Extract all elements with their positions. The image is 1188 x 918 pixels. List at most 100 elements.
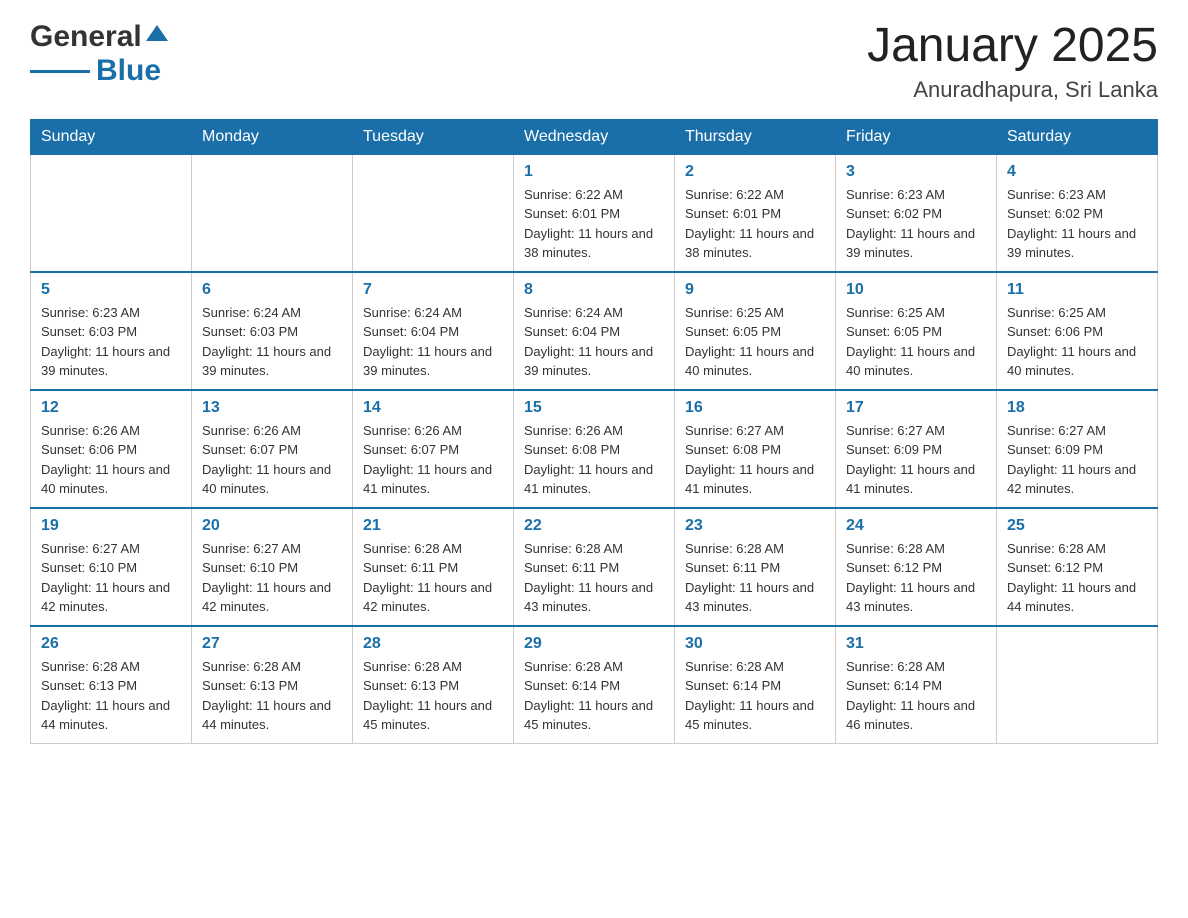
day-info: Sunrise: 6:28 AM Sunset: 6:13 PM Dayligh… bbox=[41, 657, 181, 735]
column-header-sunday: Sunday bbox=[31, 119, 192, 154]
calendar-header-row: SundayMondayTuesdayWednesdayThursdayFrid… bbox=[31, 119, 1158, 154]
calendar-week-row: 5 Sunrise: 6:23 AM Sunset: 6:03 PM Daylig… bbox=[31, 272, 1158, 390]
calendar-cell: 24 Sunrise: 6:28 AM Sunset: 6:12 PM Dayli… bbox=[836, 508, 997, 626]
day-info: Sunrise: 6:25 AM Sunset: 6:05 PM Dayligh… bbox=[685, 303, 825, 381]
calendar-cell: 12 Sunrise: 6:26 AM Sunset: 6:06 PM Dayli… bbox=[31, 390, 192, 508]
column-header-monday: Monday bbox=[192, 119, 353, 154]
calendar-cell: 29 Sunrise: 6:28 AM Sunset: 6:14 PM Dayli… bbox=[514, 626, 675, 744]
day-number: 29 bbox=[524, 635, 664, 653]
day-info: Sunrise: 6:27 AM Sunset: 6:08 PM Dayligh… bbox=[685, 421, 825, 499]
day-info: Sunrise: 6:27 AM Sunset: 6:09 PM Dayligh… bbox=[846, 421, 986, 499]
calendar-cell: 3Sunrise: 6:23 AM Sunset: 6:02 PM Daylig… bbox=[836, 154, 997, 272]
calendar-cell: 11 Sunrise: 6:25 AM Sunset: 6:06 PM Dayli… bbox=[997, 272, 1158, 390]
day-info: Sunrise: 6:23 AM Sunset: 6:02 PM Dayligh… bbox=[846, 185, 986, 263]
day-info: Sunrise: 6:23 AM Sunset: 6:02 PM Dayligh… bbox=[1007, 185, 1147, 263]
day-info: Sunrise: 6:26 AM Sunset: 6:08 PM Dayligh… bbox=[524, 421, 664, 499]
day-number: 6 bbox=[202, 281, 342, 299]
day-info: Sunrise: 6:24 AM Sunset: 6:04 PM Dayligh… bbox=[363, 303, 503, 381]
calendar-cell: 21 Sunrise: 6:28 AM Sunset: 6:11 PM Dayli… bbox=[353, 508, 514, 626]
day-info: Sunrise: 6:26 AM Sunset: 6:07 PM Dayligh… bbox=[202, 421, 342, 499]
day-number: 17 bbox=[846, 399, 986, 417]
calendar-cell: 25 Sunrise: 6:28 AM Sunset: 6:12 PM Dayli… bbox=[997, 508, 1158, 626]
title-area: January 2025 Anuradhapura, Sri Lanka bbox=[867, 20, 1158, 103]
calendar-cell: 28 Sunrise: 6:28 AM Sunset: 6:13 PM Dayli… bbox=[353, 626, 514, 744]
calendar-cell: 5 Sunrise: 6:23 AM Sunset: 6:03 PM Daylig… bbox=[31, 272, 192, 390]
calendar-cell: 1 Sunrise: 6:22 AM Sunset: 6:01 PM Daylig… bbox=[514, 154, 675, 272]
day-number: 20 bbox=[202, 517, 342, 535]
calendar-cell: 30 Sunrise: 6:28 AM Sunset: 6:14 PM Dayli… bbox=[675, 626, 836, 744]
page-subtitle: Anuradhapura, Sri Lanka bbox=[867, 77, 1158, 103]
calendar-cell: 7 Sunrise: 6:24 AM Sunset: 6:04 PM Daylig… bbox=[353, 272, 514, 390]
day-number: 31 bbox=[846, 635, 986, 653]
day-info: Sunrise: 6:28 AM Sunset: 6:14 PM Dayligh… bbox=[846, 657, 986, 735]
day-number: 16 bbox=[685, 399, 825, 417]
day-number: 7 bbox=[363, 281, 503, 299]
day-number: 9 bbox=[685, 281, 825, 299]
day-number: 19 bbox=[41, 517, 181, 535]
day-info: Sunrise: 6:28 AM Sunset: 6:13 PM Dayligh… bbox=[363, 657, 503, 735]
day-number: 25 bbox=[1007, 517, 1147, 535]
day-number: 23 bbox=[685, 517, 825, 535]
day-number: 18 bbox=[1007, 399, 1147, 417]
day-number: 12 bbox=[41, 399, 181, 417]
day-info: Sunrise: 6:28 AM Sunset: 6:14 PM Dayligh… bbox=[685, 657, 825, 735]
calendar-week-row: 1 Sunrise: 6:22 AM Sunset: 6:01 PM Daylig… bbox=[31, 154, 1158, 272]
calendar-cell: 2Sunrise: 6:22 AM Sunset: 6:01 PM Daylig… bbox=[675, 154, 836, 272]
calendar-cell bbox=[353, 154, 514, 272]
calendar-cell: 19Sunrise: 6:27 AM Sunset: 6:10 PM Dayli… bbox=[31, 508, 192, 626]
day-number: 5 bbox=[41, 281, 181, 299]
day-info: Sunrise: 6:28 AM Sunset: 6:14 PM Dayligh… bbox=[524, 657, 664, 735]
calendar-cell: 18 Sunrise: 6:27 AM Sunset: 6:09 PM Dayli… bbox=[997, 390, 1158, 508]
day-info: Sunrise: 6:22 AM Sunset: 6:01 PM Dayligh… bbox=[524, 185, 664, 263]
day-info: Sunrise: 6:28 AM Sunset: 6:12 PM Dayligh… bbox=[846, 539, 986, 617]
column-header-saturday: Saturday bbox=[997, 119, 1158, 154]
day-number: 22 bbox=[524, 517, 664, 535]
calendar-cell: 26 Sunrise: 6:28 AM Sunset: 6:13 PM Dayli… bbox=[31, 626, 192, 744]
calendar-cell: 20 Sunrise: 6:27 AM Sunset: 6:10 PM Dayli… bbox=[192, 508, 353, 626]
calendar-cell: 16 Sunrise: 6:27 AM Sunset: 6:08 PM Dayli… bbox=[675, 390, 836, 508]
day-number: 11 bbox=[1007, 281, 1147, 299]
column-header-thursday: Thursday bbox=[675, 119, 836, 154]
calendar-cell: 8 Sunrise: 6:24 AM Sunset: 6:04 PM Daylig… bbox=[514, 272, 675, 390]
day-info: Sunrise: 6:27 AM Sunset: 6:10 PM Dayligh… bbox=[202, 539, 342, 617]
calendar-cell: 10Sunrise: 6:25 AM Sunset: 6:05 PM Dayli… bbox=[836, 272, 997, 390]
day-number: 26 bbox=[41, 635, 181, 653]
day-info: Sunrise: 6:22 AM Sunset: 6:01 PM Dayligh… bbox=[685, 185, 825, 263]
day-info: Sunrise: 6:28 AM Sunset: 6:12 PM Dayligh… bbox=[1007, 539, 1147, 617]
calendar-cell: 27Sunrise: 6:28 AM Sunset: 6:13 PM Dayli… bbox=[192, 626, 353, 744]
page-header: General Blue January 2025 Anuradhapura, … bbox=[30, 20, 1158, 103]
day-info: Sunrise: 6:24 AM Sunset: 6:04 PM Dayligh… bbox=[524, 303, 664, 381]
day-info: Sunrise: 6:26 AM Sunset: 6:06 PM Dayligh… bbox=[41, 421, 181, 499]
calendar-cell: 23 Sunrise: 6:28 AM Sunset: 6:11 PM Dayli… bbox=[675, 508, 836, 626]
day-number: 30 bbox=[685, 635, 825, 653]
calendar-cell: 17 Sunrise: 6:27 AM Sunset: 6:09 PM Dayli… bbox=[836, 390, 997, 508]
calendar-cell: 9 Sunrise: 6:25 AM Sunset: 6:05 PM Daylig… bbox=[675, 272, 836, 390]
day-info: Sunrise: 6:26 AM Sunset: 6:07 PM Dayligh… bbox=[363, 421, 503, 499]
logo: General Blue bbox=[30, 20, 168, 88]
day-number: 14 bbox=[363, 399, 503, 417]
day-number: 4 bbox=[1007, 163, 1147, 181]
day-number: 15 bbox=[524, 399, 664, 417]
calendar-cell bbox=[997, 626, 1158, 744]
day-info: Sunrise: 6:28 AM Sunset: 6:13 PM Dayligh… bbox=[202, 657, 342, 735]
calendar-cell: 4 Sunrise: 6:23 AM Sunset: 6:02 PM Daylig… bbox=[997, 154, 1158, 272]
day-info: Sunrise: 6:28 AM Sunset: 6:11 PM Dayligh… bbox=[685, 539, 825, 617]
day-info: Sunrise: 6:25 AM Sunset: 6:06 PM Dayligh… bbox=[1007, 303, 1147, 381]
day-number: 8 bbox=[524, 281, 664, 299]
column-header-tuesday: Tuesday bbox=[353, 119, 514, 154]
day-number: 21 bbox=[363, 517, 503, 535]
logo-triangle-icon bbox=[146, 23, 168, 43]
day-info: Sunrise: 6:27 AM Sunset: 6:09 PM Dayligh… bbox=[1007, 421, 1147, 499]
day-info: Sunrise: 6:28 AM Sunset: 6:11 PM Dayligh… bbox=[363, 539, 503, 617]
calendar-cell: 13Sunrise: 6:26 AM Sunset: 6:07 PM Dayli… bbox=[192, 390, 353, 508]
calendar-week-row: 26 Sunrise: 6:28 AM Sunset: 6:13 PM Dayli… bbox=[31, 626, 1158, 744]
column-header-friday: Friday bbox=[836, 119, 997, 154]
day-number: 1 bbox=[524, 163, 664, 181]
calendar-cell: 31 Sunrise: 6:28 AM Sunset: 6:14 PM Dayli… bbox=[836, 626, 997, 744]
day-number: 24 bbox=[846, 517, 986, 535]
day-number: 28 bbox=[363, 635, 503, 653]
page-title: January 2025 bbox=[867, 20, 1158, 73]
logo-blue-text: Blue bbox=[96, 54, 161, 88]
calendar-cell: 14 Sunrise: 6:26 AM Sunset: 6:07 PM Dayli… bbox=[353, 390, 514, 508]
day-info: Sunrise: 6:23 AM Sunset: 6:03 PM Dayligh… bbox=[41, 303, 181, 381]
